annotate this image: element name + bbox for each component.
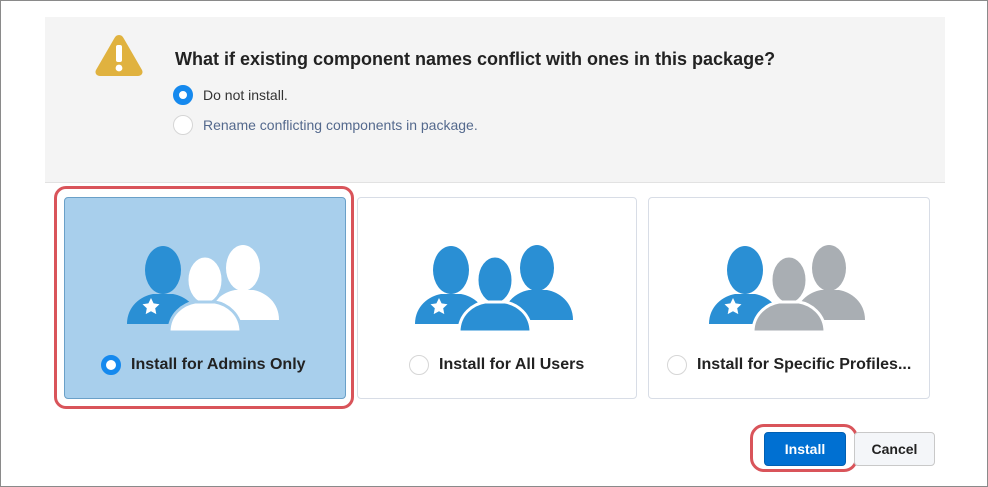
specific-profiles-option[interactable]: Install for Specific Profiles... — [667, 355, 911, 375]
install-for-admins-card[interactable]: Install for Admins Only — [64, 197, 346, 399]
install-button[interactable]: Install — [764, 432, 846, 466]
option-do-not-install[interactable]: Do not install. — [173, 85, 288, 105]
radio-rename-conflicting[interactable] — [173, 115, 193, 135]
admins-group-icon — [127, 245, 279, 334]
admins-only-label: Install for Admins Only — [131, 356, 306, 373]
admins-only-option[interactable]: Install for Admins Only — [101, 355, 306, 375]
conflict-question: What if existing component names conflic… — [175, 49, 776, 69]
option-rename-conflicting[interactable]: Rename conflicting components in package… — [173, 115, 478, 135]
warning-icon — [95, 35, 143, 76]
all-users-option[interactable]: Install for All Users — [409, 355, 584, 375]
specific-profiles-group-icon — [709, 245, 865, 334]
cancel-button[interactable]: Cancel — [854, 432, 935, 466]
radio-all-users[interactable] — [409, 355, 429, 375]
install-package-dialog: What if existing component names conflic… — [0, 0, 988, 487]
all-users-group-icon — [415, 245, 573, 334]
radio-do-not-install[interactable] — [173, 85, 193, 105]
radio-admins-only[interactable] — [101, 355, 121, 375]
install-for-all-users-card[interactable]: Install for All Users — [357, 197, 637, 399]
all-users-label: Install for All Users — [439, 356, 585, 373]
install-for-specific-profiles-card[interactable]: Install for Specific Profiles... — [648, 197, 930, 399]
option-do-not-install-label: Do not install. — [203, 87, 288, 103]
conflict-resolution-panel: What if existing component names conflic… — [45, 17, 945, 183]
option-rename-conflicting-label: Rename conflicting components in package… — [203, 117, 478, 133]
specific-profiles-label: Install for Specific Profiles... — [697, 356, 912, 373]
radio-specific-profiles[interactable] — [667, 355, 687, 375]
